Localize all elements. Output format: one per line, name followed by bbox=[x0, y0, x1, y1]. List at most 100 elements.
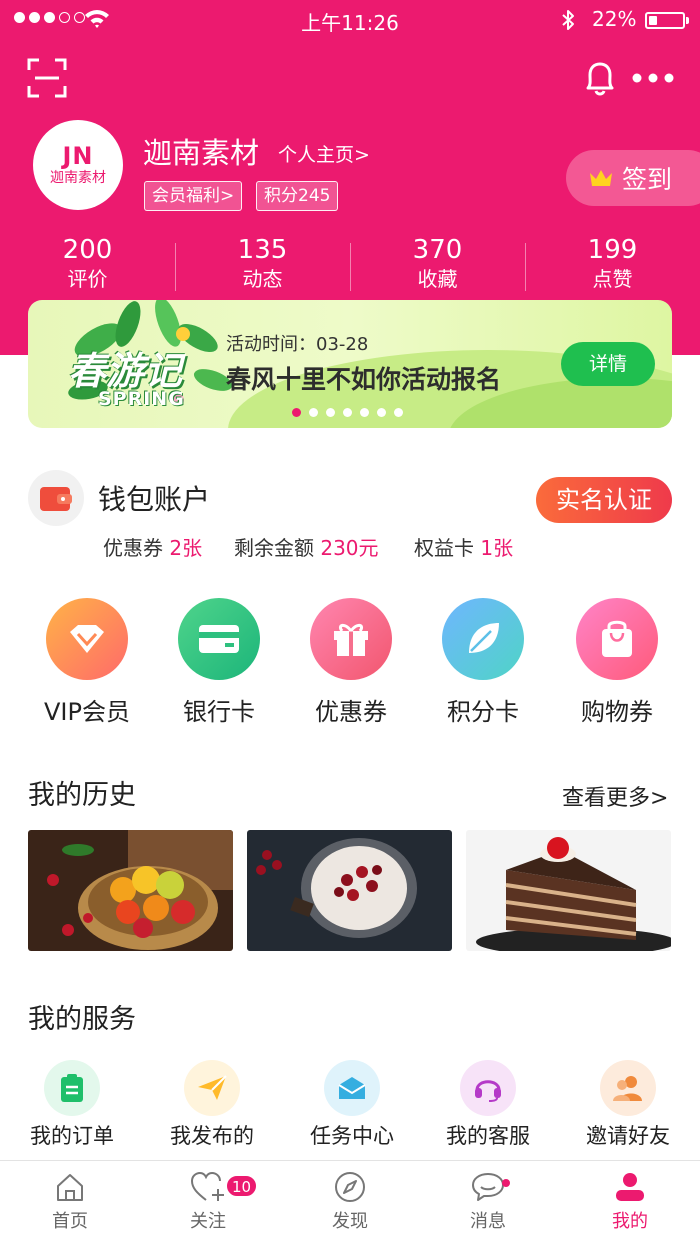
stat-value: 135 bbox=[237, 235, 288, 265]
banner-art-subtitle: SPRING bbox=[98, 388, 185, 410]
stat-favorites[interactable]: 370 收藏 bbox=[350, 235, 525, 295]
card-label: 银行卡 bbox=[183, 698, 255, 726]
service-label: 我的订单 bbox=[30, 1124, 114, 1148]
personal-homepage-link[interactable]: 个人主页> bbox=[278, 140, 370, 167]
rights-label: 权益卡 bbox=[414, 536, 474, 560]
stat-reviews[interactable]: 200 评价 bbox=[0, 235, 175, 295]
banner-page-dot[interactable] bbox=[309, 408, 318, 417]
follow-count-badge: 10 bbox=[226, 1175, 258, 1197]
paper-plane-icon bbox=[198, 1075, 227, 1100]
profile-stats: 200 评价 135 动态 370 收藏 199 点赞 bbox=[0, 235, 700, 295]
banner-page-dot[interactable] bbox=[292, 408, 301, 417]
avatar-logo-name: 迦南素材 bbox=[50, 170, 106, 186]
card-vip[interactable]: VIP会员 bbox=[22, 598, 152, 727]
card-label: 积分卡 bbox=[447, 698, 519, 726]
rights-value: 1张 bbox=[480, 536, 514, 560]
tab-label: 首页 bbox=[52, 1211, 88, 1232]
stat-label: 评价 bbox=[67, 267, 108, 291]
home-icon bbox=[57, 1174, 83, 1201]
tab-label: 发现 bbox=[332, 1211, 368, 1232]
banner-page-dot[interactable] bbox=[394, 408, 403, 417]
bell-icon[interactable] bbox=[580, 58, 620, 98]
banner-details-button[interactable]: 详情 bbox=[561, 342, 655, 386]
heart-plus-icon bbox=[190, 1171, 224, 1201]
card-label: VIP会员 bbox=[44, 698, 130, 726]
more-icon[interactable] bbox=[630, 60, 676, 96]
wallet-icon-wrap bbox=[28, 470, 84, 526]
stat-label: 动态 bbox=[242, 267, 283, 291]
bank-card-icon bbox=[199, 625, 239, 653]
card-coupon[interactable]: 优惠券 bbox=[286, 598, 416, 727]
banner-event-time: 活动时间：03-28 bbox=[226, 334, 369, 355]
compass-icon bbox=[335, 1172, 365, 1202]
card-label: 购物券 bbox=[581, 698, 653, 726]
wallet-coupons[interactable]: 优惠券 2张 bbox=[103, 532, 202, 561]
wallet-title: 钱包账户 bbox=[98, 483, 211, 516]
order-icon bbox=[61, 1074, 83, 1102]
fruit-basket-image[interactable] bbox=[28, 830, 233, 951]
service-label: 我发布的 bbox=[170, 1124, 254, 1148]
tab-label: 消息 bbox=[470, 1211, 506, 1232]
tab-messages[interactable]: 消息 bbox=[418, 1171, 558, 1233]
service-published[interactable]: 我发布的 bbox=[142, 1060, 282, 1150]
tab-follow[interactable]: 关注 bbox=[138, 1171, 278, 1233]
service-label: 邀请好友 bbox=[586, 1124, 670, 1148]
real-name-verify-button[interactable]: 实名认证 bbox=[536, 477, 672, 523]
user-icon bbox=[616, 1173, 644, 1201]
chat-icon bbox=[472, 1173, 504, 1201]
balance-label: 剩余金额 bbox=[234, 536, 314, 560]
banner-page-dot[interactable] bbox=[377, 408, 386, 417]
bottom-tab-bar: 首页 关注 发现 消息 我的 bbox=[0, 1160, 700, 1245]
envelope-icon bbox=[338, 1077, 366, 1099]
tab-home[interactable]: 首页 bbox=[0, 1171, 140, 1233]
points-tag[interactable]: 积分245 bbox=[256, 181, 339, 211]
services-title: 我的服务 bbox=[28, 1004, 136, 1035]
battery-icon bbox=[645, 12, 685, 29]
service-invite[interactable]: 邀请好友 bbox=[558, 1060, 698, 1150]
tab-me[interactable]: 我的 bbox=[560, 1171, 700, 1233]
card-points[interactable]: 积分卡 bbox=[418, 598, 548, 727]
leaf-icon bbox=[469, 623, 499, 653]
banner-pagination bbox=[28, 408, 672, 417]
stat-label: 收藏 bbox=[417, 267, 458, 291]
wallet-rights-card[interactable]: 权益卡 1张 bbox=[414, 532, 513, 561]
banner-headline: 春风十里不如你活动报名 bbox=[226, 365, 502, 394]
shopping-bag-icon bbox=[602, 620, 632, 657]
tab-label: 我的 bbox=[612, 1211, 648, 1232]
avatar[interactable]: JN 迦南素材 bbox=[33, 120, 123, 210]
service-tasks[interactable]: 任务中心 bbox=[282, 1060, 422, 1150]
banner-page-dot[interactable] bbox=[326, 408, 335, 417]
user-name: 迦南素材 bbox=[143, 136, 260, 170]
tab-discover[interactable]: 发现 bbox=[280, 1171, 420, 1233]
wallet-icon bbox=[40, 487, 72, 511]
balance-value: 230元 bbox=[320, 536, 379, 560]
wallet-balance[interactable]: 剩余金额 230元 bbox=[234, 532, 379, 561]
banner-page-dot[interactable] bbox=[343, 408, 352, 417]
member-benefits-tag[interactable]: 会员福利> bbox=[144, 181, 243, 211]
coupon-value: 2张 bbox=[169, 536, 203, 560]
promo-banner[interactable]: 春游记 SPRING 活动时间：03-28 春风十里不如你活动报名 详情 bbox=[28, 300, 672, 428]
cherry-pavlova-image[interactable] bbox=[247, 830, 452, 951]
service-support[interactable]: 我的客服 bbox=[418, 1060, 558, 1150]
card-shopping[interactable]: 购物券 bbox=[552, 598, 682, 727]
stat-posts[interactable]: 135 动态 bbox=[175, 235, 350, 295]
history-more-link[interactable]: 查看更多> bbox=[562, 780, 668, 812]
sign-in-button[interactable]: 签到 bbox=[566, 150, 700, 206]
avatar-logo-letters: JN bbox=[62, 142, 94, 170]
battery-percentage: 22% bbox=[592, 7, 637, 31]
sign-in-label: 签到 bbox=[622, 165, 673, 194]
service-label: 任务中心 bbox=[310, 1124, 394, 1148]
card-bank[interactable]: 银行卡 bbox=[154, 598, 284, 727]
service-orders[interactable]: 我的订单 bbox=[2, 1060, 142, 1150]
message-unread-dot bbox=[502, 1179, 510, 1187]
diamond-icon bbox=[70, 625, 104, 653]
stat-likes[interactable]: 199 点赞 bbox=[525, 235, 700, 295]
stat-value: 200 bbox=[62, 235, 113, 265]
banner-page-dot[interactable] bbox=[360, 408, 369, 417]
gift-icon bbox=[334, 623, 368, 656]
coupon-label: 优惠券 bbox=[103, 536, 163, 560]
card-label: 优惠券 bbox=[315, 698, 387, 726]
headset-icon bbox=[475, 1080, 501, 1102]
scan-icon[interactable] bbox=[27, 58, 67, 98]
black-forest-cake-image[interactable] bbox=[466, 830, 671, 951]
